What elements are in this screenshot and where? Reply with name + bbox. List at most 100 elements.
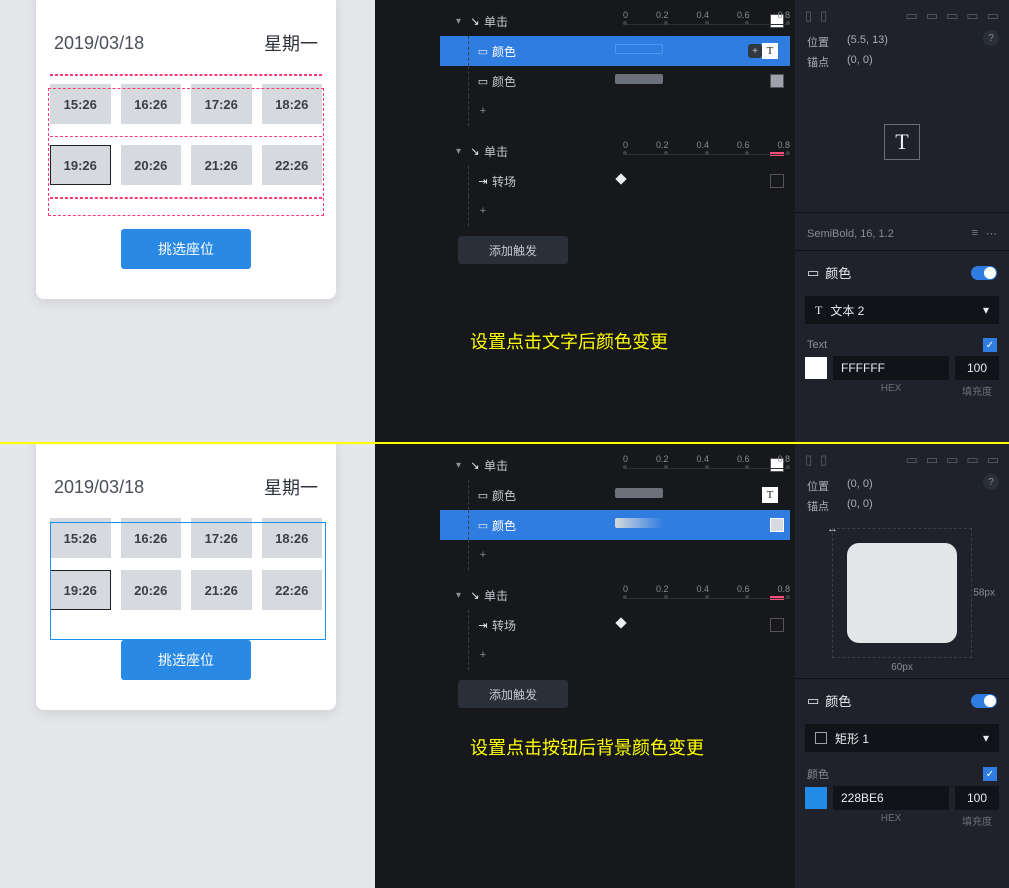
color-keyframe-bar-blue[interactable] [615,44,663,54]
align-middle-icon[interactable]: ▭ [926,8,938,24]
time-slot[interactable]: 18:26 [262,518,323,558]
color-toggle[interactable] [971,266,997,280]
align-center-icon[interactable]: ▯ [820,452,827,468]
pick-seat-button[interactable]: 挑选座位 [121,640,251,680]
time-slot[interactable]: 20:26 [121,570,182,610]
color-section-title: 颜色 [825,263,851,282]
annotation-text-bottom: 设置点击按钮后背景颜色变更 [470,734,704,760]
hex-input[interactable]: 228BE6 [833,786,949,810]
help-icon[interactable]: ? [983,474,999,490]
align-left-icon[interactable]: ▯ [805,8,812,24]
opacity-input[interactable]: 100 [955,786,999,810]
align-bottom-icon[interactable]: ▭ [946,8,958,24]
anchor-label: 锚点 [807,498,837,514]
layer-icon: ▭ [807,693,819,709]
text-format-icon[interactable]: ⋯ [986,227,997,240]
opacity-input[interactable]: 100 [955,356,999,380]
timeline-ruler-2[interactable]: 00.20.40.60.8 [623,134,790,164]
date-label: 2019/03/18 [54,477,144,498]
time-slot[interactable]: 17:26 [191,84,252,124]
hex-sublabel: HEX [827,383,955,398]
fill-sublabel: 填充度 [955,813,999,828]
property-enabled-check[interactable]: ✓ [983,338,997,352]
color-section-title: 颜色 [825,691,851,710]
ruler-tick: 0.8 [777,10,790,20]
align-tools-row[interactable]: ▯ ▯ ▭ ▭ ▭ ▭ ▭ [795,444,1009,476]
time-slot[interactable]: 16:26 [121,518,182,558]
add-trigger-button[interactable]: 添加触发 [458,236,568,264]
layer-select[interactable]: 矩形 1 ▾ [805,724,999,752]
help-icon[interactable]: ? [983,30,999,46]
ruler-tick: 0.4 [696,140,709,150]
time-slot[interactable]: 17:26 [191,518,252,558]
ruler-tick: 0.4 [696,454,709,464]
shape-preview-text: T [847,92,957,192]
align-icon2[interactable]: ▭ [987,8,999,24]
time-slot[interactable]: 21:26 [191,570,252,610]
align-center-icon[interactable]: ▯ [820,8,827,24]
time-slot[interactable]: 15:26 [50,84,111,124]
time-slot[interactable]: 15:26 [50,518,111,558]
hex-input[interactable]: FFFFFF [833,356,949,380]
timeline-ruler[interactable]: 00.20.40.60.8 [623,4,790,34]
color-swatch[interactable] [805,787,827,809]
inspector-panel-bottom: ▯▯ ▭ ▭ ▭ ▭ ▭ 位置(0, 0) 锚点(0, 0) ? ↔ 58px … [795,444,1009,888]
align-left-icon[interactable]: ▯ [805,452,812,468]
keyframe-diamond-icon[interactable] [615,173,626,184]
width-label: 60px [891,662,913,673]
color-swatch[interactable] [805,357,827,379]
align-top-icon[interactable]: ▭ [906,452,918,468]
weekday-label: 星期一 [264,474,318,500]
pick-seat-button[interactable]: 挑选座位 [121,229,251,269]
align-icon[interactable]: ▭ [966,452,978,468]
height-label: 58px [973,588,995,599]
color-keyframe-bar-gray[interactable] [615,74,663,84]
layer-select-value: 矩形 1 [835,730,869,747]
timeline-ruler[interactable]: 00.20.40.60.8 [623,448,790,478]
ruler-tick: 0 [623,584,628,594]
anchor-value: (0, 0) [847,54,873,70]
align-icon[interactable]: ▭ [966,8,978,24]
layer-icon: ▭ [474,519,492,532]
resize-cursor-icon: ↔ [827,523,838,535]
time-slot[interactable]: 18:26 [262,84,323,124]
add-layer-row-2[interactable]: + [440,640,790,670]
align-tools-row[interactable]: ▯ ▯ ▭ ▭ ▭ ▭ ▭ [795,0,1009,32]
time-slot[interactable]: 21:26 [191,145,252,185]
font-summary: SemiBold, 16, 1.2 [807,228,894,240]
align-top-icon[interactable]: ▭ [906,8,918,24]
property-enabled-check[interactable]: ✓ [983,767,997,781]
time-slot[interactable]: 22:26 [262,145,323,185]
date-label: 2019/03/18 [54,33,144,54]
layer-select[interactable]: T文本 2 ▾ [805,296,999,324]
color-toggle[interactable] [971,694,997,708]
time-slot[interactable]: 19:26 [50,145,111,185]
text-type-icon: T [815,303,822,318]
keyframe-diamond-icon[interactable] [615,617,626,628]
caret-down-icon: ▾ [983,731,989,745]
align-icon2[interactable]: ▭ [987,452,999,468]
anchor-label: 锚点 [807,54,837,70]
chevron-down-icon: ▾ [456,16,466,27]
layer-icon: ▭ [807,265,819,281]
align-bottom-icon[interactable]: ▭ [946,452,958,468]
pos-label: 位置 [807,34,837,50]
transition-icon: ⇥ [474,175,492,188]
chevron-down-icon: ▾ [456,146,466,157]
ruler-tick: 0 [623,140,628,150]
color-keyframe-bar-gray[interactable] [615,488,663,498]
align-middle-icon[interactable]: ▭ [926,452,938,468]
ruler-tick: 0.8 [777,584,790,594]
add-trigger-button[interactable]: 添加触发 [458,680,568,708]
click-icon: ↘ [466,145,484,158]
text-align-menu-icon[interactable]: ≡ [972,227,978,240]
time-slot[interactable]: 22:26 [262,570,323,610]
add-layer-row-2[interactable]: + [440,196,790,226]
ruler-tick: 0.2 [656,584,669,594]
time-slot[interactable]: 16:26 [121,84,182,124]
timeline-ruler-2[interactable]: 00.20.40.60.8 [623,578,790,608]
time-slot[interactable]: 19:26 [50,570,111,610]
color-keyframe-bar-gradient[interactable] [615,518,663,528]
inspector-panel-top: ▯▯ ▭ ▭ ▭ ▭ ▭ 位置(5.5, 13) 锚点(0, 0) ? T Se… [795,0,1009,442]
time-slot[interactable]: 20:26 [121,145,182,185]
